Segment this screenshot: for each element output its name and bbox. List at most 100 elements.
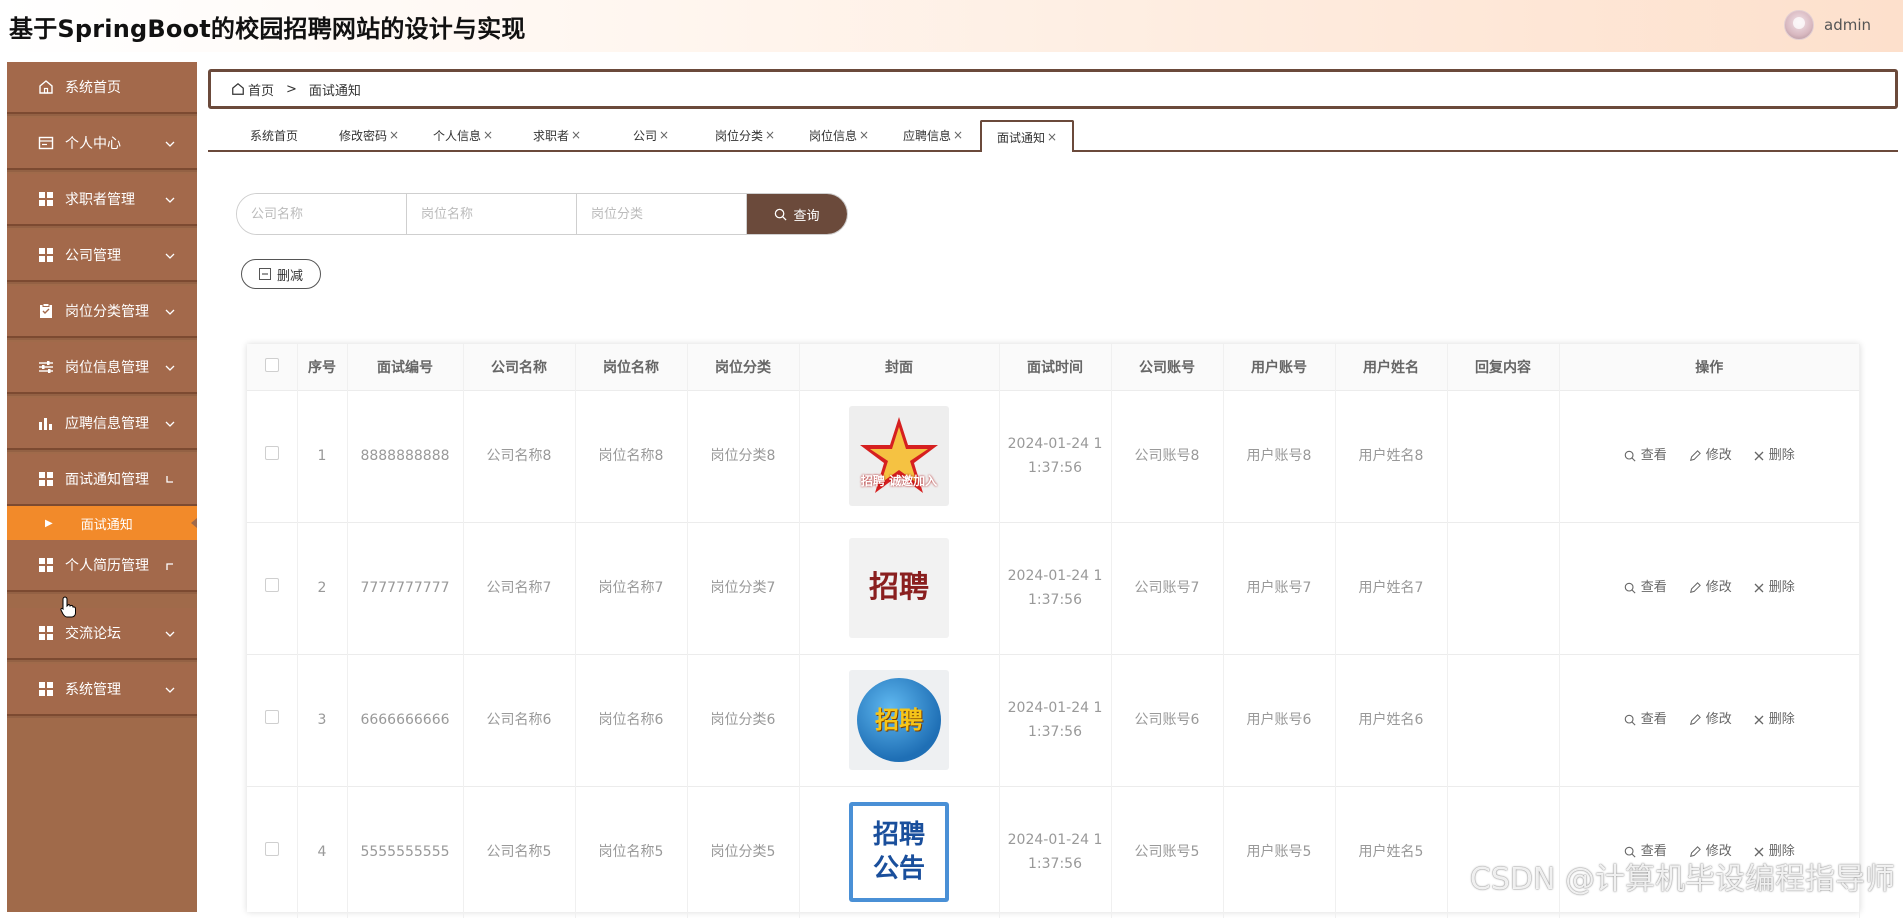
tab-interview-notices[interactable]: 面试通知× xyxy=(980,120,1074,152)
view-button[interactable]: 查看 xyxy=(1624,576,1667,600)
search-icon xyxy=(1624,714,1636,726)
edit-button[interactable]: 修改 xyxy=(1689,444,1732,468)
row-checkbox[interactable] xyxy=(265,446,279,460)
cell-company-account: 公司账号6 xyxy=(1111,654,1223,786)
row-checkbox[interactable] xyxy=(265,842,279,856)
time-line: 1:37:56 xyxy=(1000,852,1111,876)
sidebar-item-label: 面试通知管理 xyxy=(65,469,149,489)
chevron-down-icon xyxy=(165,304,175,320)
cell-company: 公司名称7 xyxy=(463,522,575,654)
sidebar-item-job-seekers[interactable]: 求职者管理 xyxy=(7,174,197,226)
column-header: 公司账号 xyxy=(1111,344,1223,390)
cell-code: 7777777777 xyxy=(347,522,463,654)
column-header: 面试编号 xyxy=(347,344,463,390)
delete-button[interactable]: 删除 xyxy=(1754,444,1795,468)
watermark: CSDN @计算机毕设编程指导师 xyxy=(1470,854,1895,898)
pencil-icon xyxy=(1689,582,1701,594)
interview-table: 序号 面试编号 公司名称 岗位名称 岗位分类 封面 面试时间 公司账号 用户账号… xyxy=(247,344,1860,912)
home-icon[interactable] xyxy=(231,82,245,96)
close-icon[interactable]: × xyxy=(571,128,581,142)
tab-company[interactable]: 公司× xyxy=(604,120,698,150)
tab-personal-info[interactable]: 个人信息× xyxy=(416,120,510,150)
row-checkbox[interactable] xyxy=(265,710,279,724)
delete-button[interactable]: 删除 xyxy=(1754,576,1795,600)
cover-image: 招聘 公告 xyxy=(849,802,949,902)
cell-reply xyxy=(1447,654,1559,786)
breadcrumb-home[interactable]: 首页 xyxy=(248,80,274,99)
search-button-label: 查询 xyxy=(793,205,819,224)
position-category-input[interactable] xyxy=(577,194,747,234)
search-bar: 查询 xyxy=(236,193,848,235)
cell-ops: 查看 修改 删除 xyxy=(1559,654,1860,786)
sidebar-item-resumes[interactable]: 个人简历管理 xyxy=(7,540,197,592)
edit-button[interactable]: 修改 xyxy=(1689,708,1732,732)
cell-user-name: 用户姓名8 xyxy=(1335,390,1447,522)
close-icon[interactable]: × xyxy=(953,128,963,142)
tab-home[interactable]: 系统首页 xyxy=(228,120,322,150)
user-menu[interactable]: admin xyxy=(1784,10,1871,40)
close-icon[interactable]: × xyxy=(659,128,669,142)
breadcrumb-current: 面试通知 xyxy=(309,80,361,99)
cell-reply xyxy=(1447,390,1559,522)
sidebar-item-applications[interactable]: 应聘信息管理 xyxy=(7,398,197,450)
cell-index: 3 xyxy=(297,654,347,786)
tab-applications[interactable]: 应聘信息× xyxy=(886,120,980,150)
cell-company-account: 公司账号7 xyxy=(1111,522,1223,654)
select-all-checkbox[interactable] xyxy=(265,358,279,372)
select-all-cell[interactable] xyxy=(247,344,297,390)
row-select-cell[interactable] xyxy=(247,390,297,522)
sidebar-item-position-categories[interactable]: 岗位分类管理 xyxy=(7,286,197,338)
row-select-cell[interactable] xyxy=(247,522,297,654)
cell-ops: 查看 修改 删除 xyxy=(1559,522,1860,654)
sidebar-item-forum[interactable]: 交流论坛 xyxy=(7,608,197,660)
sidebar-item-label: 交流论坛 xyxy=(65,623,121,643)
delete-button[interactable]: 删除 xyxy=(1754,708,1795,732)
time-line: 1:37:56 xyxy=(1000,588,1111,612)
close-icon[interactable]: × xyxy=(389,128,399,142)
company-name-input[interactable] xyxy=(237,194,407,234)
chevron-up-icon xyxy=(165,472,175,488)
view-label: 查看 xyxy=(1641,708,1667,732)
cover-text: 招聘 xyxy=(869,576,929,600)
close-icon[interactable]: × xyxy=(859,128,869,142)
tab-job-seekers[interactable]: 求职者× xyxy=(510,120,604,150)
tab-label: 应聘信息 xyxy=(903,127,951,144)
tab-position-categories[interactable]: 岗位分类× xyxy=(698,120,792,150)
avatar[interactable] xyxy=(1784,10,1814,40)
cover-text: 招聘 xyxy=(875,708,923,732)
sidebar-item-home[interactable]: 系统首页 xyxy=(7,62,197,114)
tab-change-password[interactable]: 修改密码× xyxy=(322,120,416,150)
top-bar: 基于SpringBoot的校园招聘网站的设计与实现 admin xyxy=(0,0,1903,52)
edit-button[interactable]: 修改 xyxy=(1689,576,1732,600)
sidebar-item-profile[interactable]: 个人中心 xyxy=(7,118,197,170)
batch-delete-button[interactable]: 删减 xyxy=(241,259,321,289)
cell-cover: 招聘 xyxy=(799,522,999,654)
username[interactable]: admin xyxy=(1824,16,1871,34)
search-button[interactable]: 查询 xyxy=(747,194,847,234)
column-header: 回复内容 xyxy=(1447,344,1559,390)
sidebar-item-position-info[interactable]: 岗位信息管理 xyxy=(7,342,197,394)
edit-label: 修改 xyxy=(1706,576,1732,600)
bar-chart-icon xyxy=(37,414,55,432)
row-checkbox[interactable] xyxy=(265,578,279,592)
grid-icon xyxy=(37,470,55,488)
view-button[interactable]: 查看 xyxy=(1624,444,1667,468)
cell-reply xyxy=(1447,786,1559,918)
view-button[interactable]: 查看 xyxy=(1624,708,1667,732)
position-name-input[interactable] xyxy=(407,194,577,234)
sidebar-item-system[interactable]: 系统管理 xyxy=(7,664,197,716)
close-icon[interactable]: × xyxy=(1047,130,1057,144)
sidebar-item-companies[interactable]: 公司管理 xyxy=(7,230,197,282)
pencil-icon xyxy=(1689,450,1701,462)
cell-company-account: 公司账号5 xyxy=(1111,786,1223,918)
close-icon[interactable]: × xyxy=(483,128,493,142)
close-icon xyxy=(1754,715,1764,725)
tab-position-info[interactable]: 岗位信息× xyxy=(792,120,886,150)
row-select-cell[interactable] xyxy=(247,654,297,786)
cell-company: 公司名称8 xyxy=(463,390,575,522)
sidebar-subitem-interview-notice[interactable]: ▶ 面试通知 xyxy=(7,506,197,540)
sidebar-item-interview-notices[interactable]: 面试通知管理 xyxy=(7,454,197,506)
close-icon[interactable]: × xyxy=(765,128,775,142)
row-select-cell[interactable] xyxy=(247,786,297,918)
search-icon xyxy=(1624,450,1636,462)
